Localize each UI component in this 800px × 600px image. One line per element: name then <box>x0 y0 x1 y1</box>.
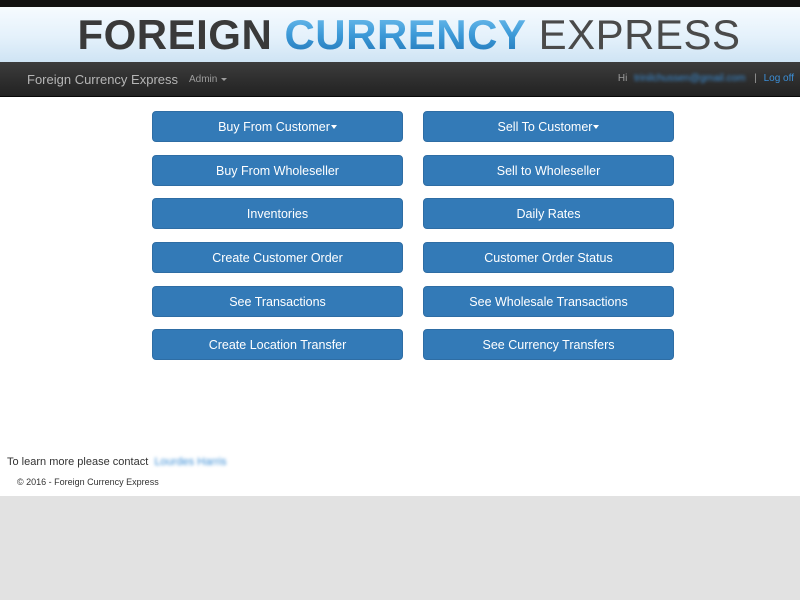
see-currency-transfers-button[interactable]: See Currency Transfers <box>423 329 674 360</box>
logo-word-currency: CURRENCY <box>284 10 527 58</box>
chevron-down-icon <box>221 77 228 81</box>
navbar: Foreign Currency Express Admin Hi trinil… <box>0 62 800 97</box>
contact-text: To learn more please contact <box>7 456 149 468</box>
buy-from-customer-label: Buy From Customer <box>218 119 330 134</box>
create-customer-order-button[interactable]: Create Customer Order <box>152 242 403 273</box>
admin-dropdown-label: Admin <box>189 74 218 85</box>
sell-to-customer-button[interactable]: Sell To Customer <box>423 111 674 142</box>
create-location-transfer-button[interactable]: Create Location Transfer <box>152 329 403 360</box>
caret-down-icon <box>593 124 600 129</box>
logo-word-foreign: FOREIGN <box>77 10 273 58</box>
buy-from-wholeseller-button[interactable]: Buy From Wholeseller <box>152 155 403 186</box>
see-wholesale-transactions-button[interactable]: See Wholesale Transactions <box>423 286 674 317</box>
greeting-text: Hi <box>617 73 628 84</box>
contact-line: To learn more please contact Lourdes Har… <box>7 456 226 468</box>
logo-word-express: EXPRESS <box>538 10 741 58</box>
caret-down-icon <box>330 124 337 129</box>
sell-to-wholeseller-button[interactable]: Sell to Wholeseller <box>423 155 674 186</box>
main-content: Buy From Customer Sell To Customer Buy F… <box>0 97 800 496</box>
logoff-link[interactable]: Log off <box>764 73 794 84</box>
daily-rates-button[interactable]: Daily Rates <box>423 198 674 229</box>
see-transactions-button[interactable]: See Transactions <box>152 286 403 317</box>
nav-separator: | <box>754 73 757 84</box>
inventories-button[interactable]: Inventories <box>152 198 403 229</box>
customer-order-status-button[interactable]: Customer Order Status <box>423 242 674 273</box>
site-logo: FOREIGN CURRENCY EXPRESS <box>59 10 741 58</box>
footer-copyright: © 2016 - Foreign Currency Express <box>17 477 159 487</box>
sell-to-customer-label: Sell To Customer <box>497 119 593 134</box>
user-nav: Hi trinilchussen@gmail.com | Log off <box>618 73 794 84</box>
user-email-link[interactable]: trinilchussen@gmail.com <box>634 73 745 84</box>
navbar-brand[interactable]: Foreign Currency Express <box>27 72 178 87</box>
admin-dropdown[interactable]: Admin <box>189 74 228 85</box>
header-banner: FOREIGN CURRENCY EXPRESS <box>0 7 800 62</box>
buy-from-customer-button[interactable]: Buy From Customer <box>152 111 403 142</box>
top-strip <box>0 0 800 7</box>
contact-name-link[interactable]: Lourdes Harris <box>154 456 226 468</box>
